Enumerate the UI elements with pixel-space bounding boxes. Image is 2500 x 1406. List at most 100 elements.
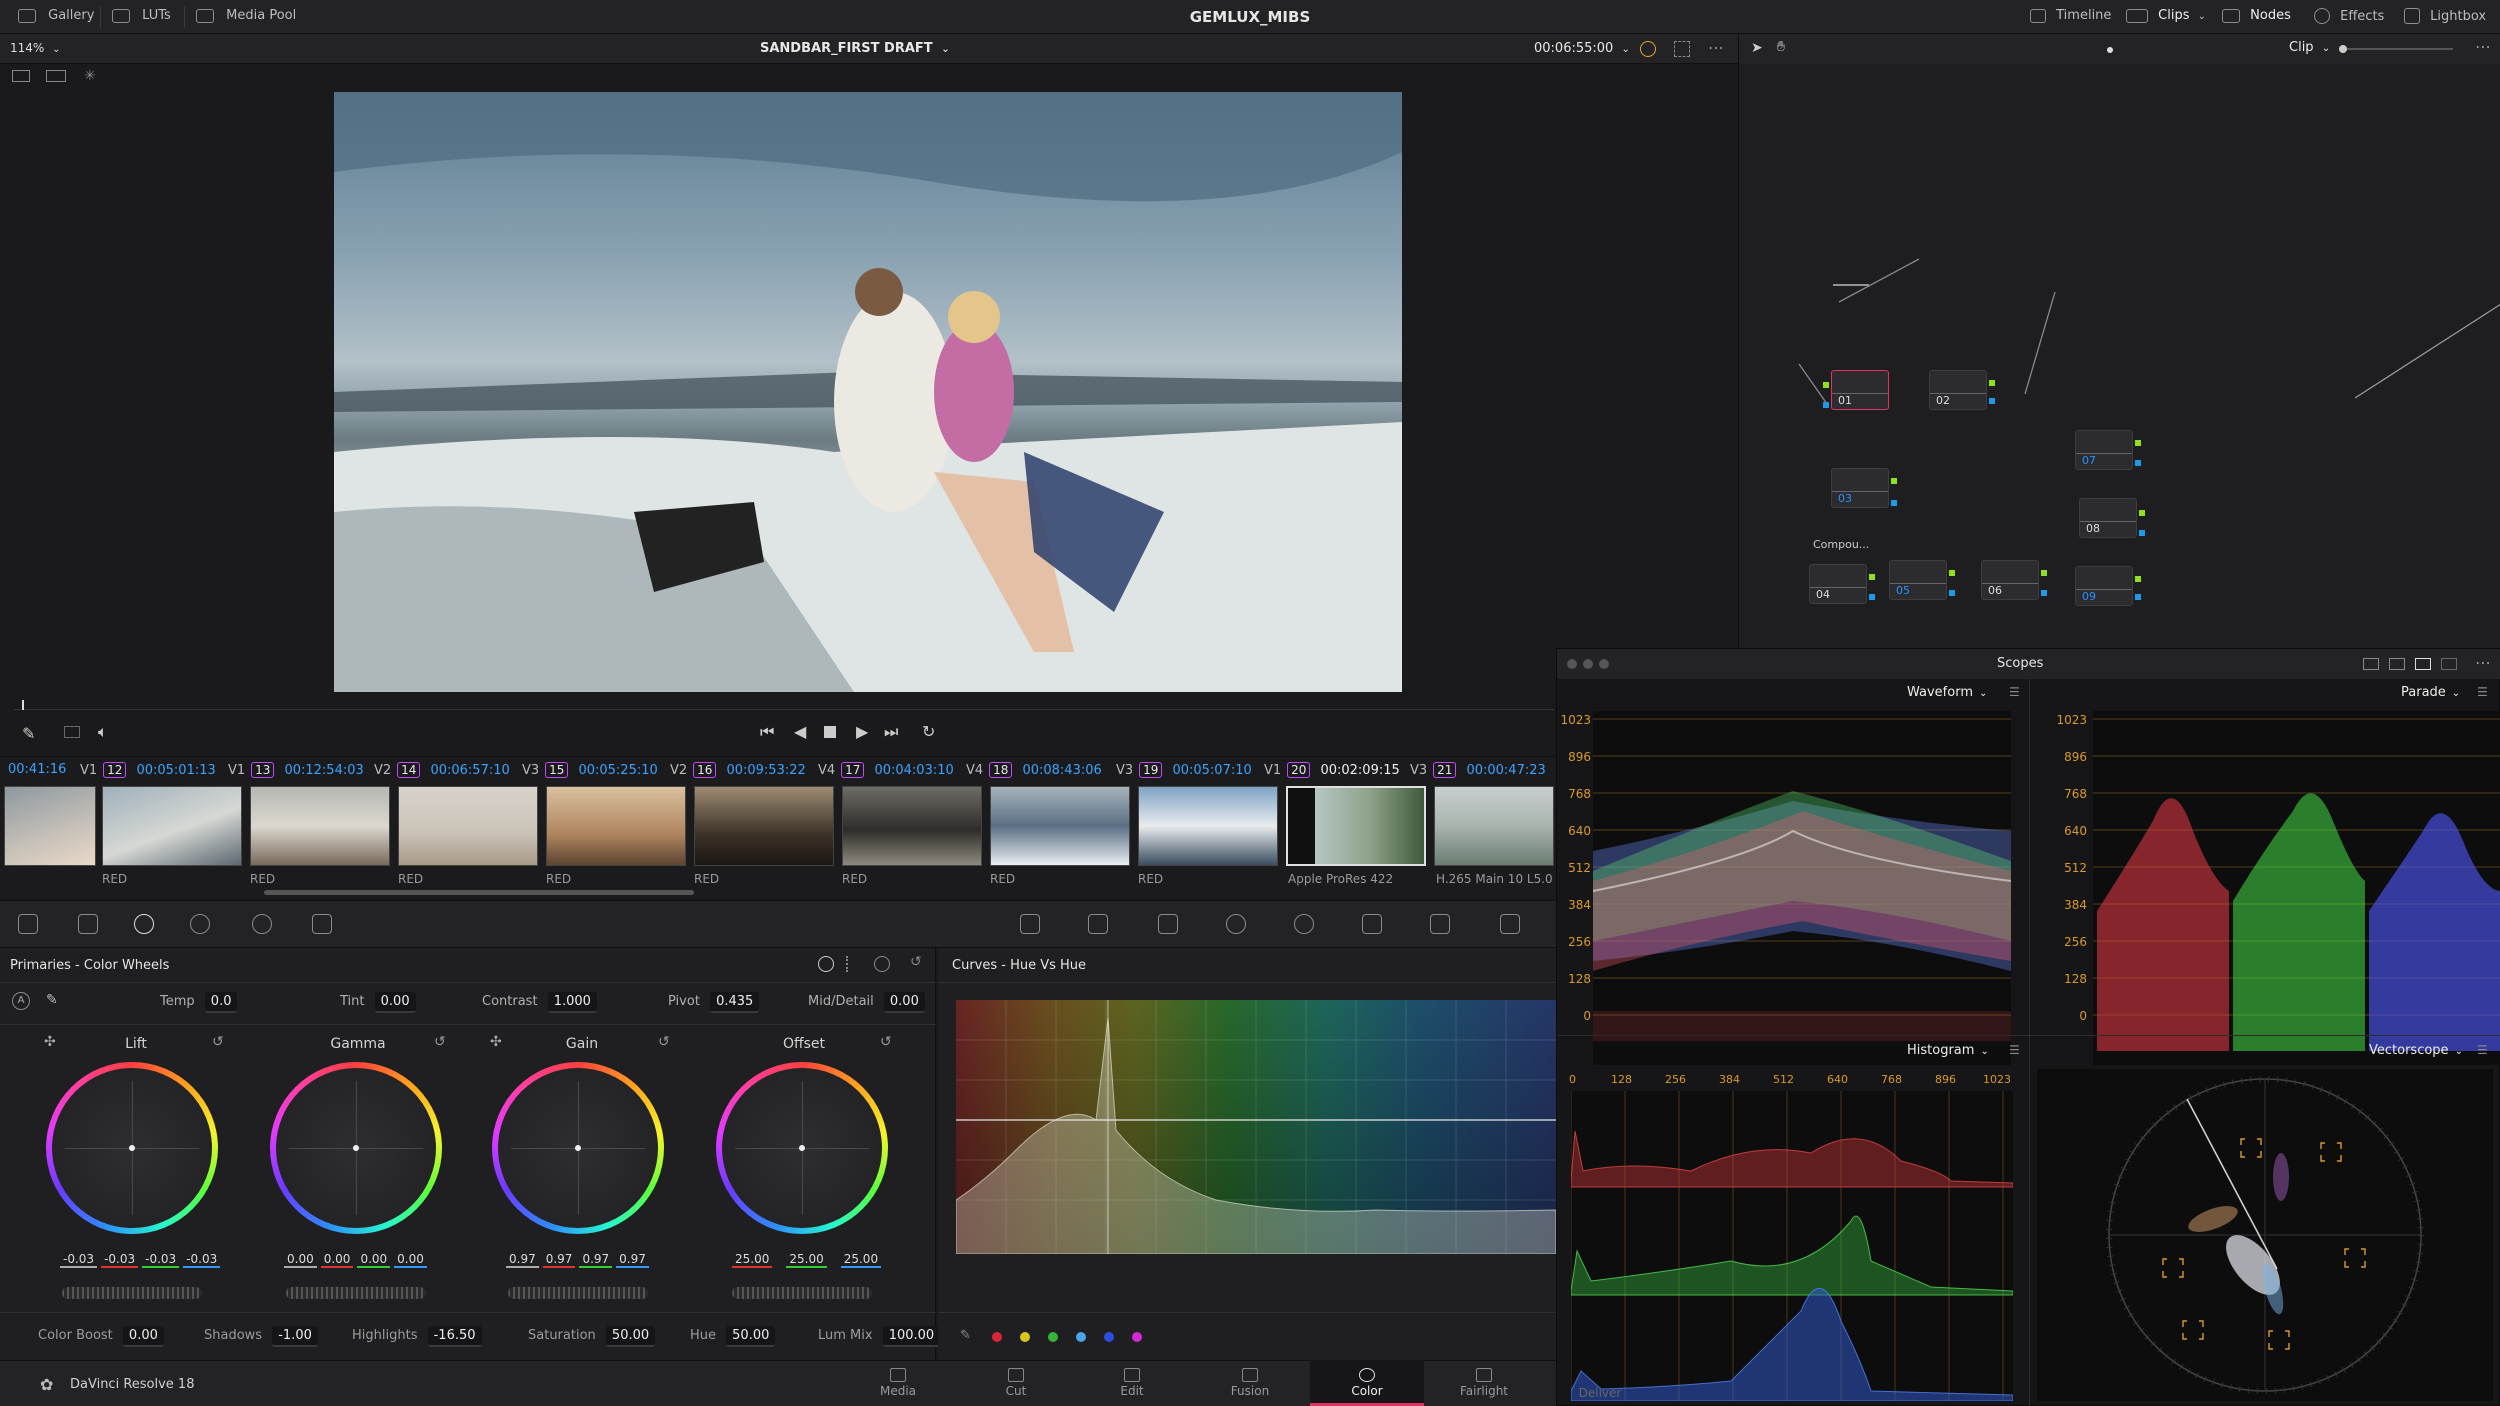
color-match-icon[interactable] xyxy=(78,914,98,934)
bars-mode-icon[interactable] xyxy=(846,956,862,972)
lift-r[interactable]: -0.03 xyxy=(101,1252,139,1268)
hdr-wheels-icon[interactable] xyxy=(190,914,210,934)
hand-icon[interactable]: ✋︎ xyxy=(1777,39,1785,55)
lift-master-wheel[interactable] xyxy=(62,1287,202,1299)
nodes-tab[interactable]: Nodes xyxy=(2222,8,2291,23)
effects-tab[interactable]: Effects xyxy=(2314,8,2384,24)
vectorscope-scope[interactable] xyxy=(2037,1069,2493,1401)
skip-start-icon[interactable]: ⏮︎ xyxy=(760,722,774,742)
gallery-tab[interactable]: Gallery xyxy=(18,8,94,23)
yellow-hue-dot[interactable] xyxy=(1020,1332,1030,1342)
qualifier-icon[interactable] xyxy=(1158,914,1178,934)
rgb-mixer-icon[interactable] xyxy=(252,914,272,934)
node-zoom-slider[interactable] xyxy=(2339,45,2453,53)
clip-thumbnail[interactable] xyxy=(546,786,686,866)
more-options-icon[interactable]: ⋯ xyxy=(2475,653,2491,672)
split-view-icon[interactable] xyxy=(12,70,30,82)
stop-icon[interactable] xyxy=(824,726,836,738)
curve-picker-icon[interactable]: ✎ xyxy=(960,1328,971,1343)
speaker-icon[interactable]: 🔈︎ xyxy=(98,722,108,742)
gain-r[interactable]: 0.97 xyxy=(542,1252,576,1268)
lift-b[interactable]: -0.03 xyxy=(183,1252,221,1268)
gain-wheel[interactable] xyxy=(492,1062,664,1234)
skip-end-icon[interactable]: ⏭︎ xyxy=(884,722,898,742)
page-tab-fairlight[interactable]: Fairlight xyxy=(1444,1368,1524,1398)
page-tab-color[interactable]: Color xyxy=(1327,1368,1407,1398)
zoom-dropdown[interactable]: 114% ⌄ xyxy=(10,41,61,55)
window-minimize-dot[interactable] xyxy=(1583,659,1593,669)
more-options-icon[interactable]: ⋯ xyxy=(1708,38,1724,57)
gamma-r[interactable]: 0.00 xyxy=(320,1252,354,1268)
gamma-master-wheel[interactable] xyxy=(286,1287,426,1299)
lummix-field[interactable]: 100.00 xyxy=(882,1326,941,1347)
lift-reset-icon[interactable]: ↺ xyxy=(212,1034,224,1050)
colorboost-field[interactable]: 0.00 xyxy=(122,1326,164,1347)
node-09[interactable]: 09 xyxy=(2075,566,2133,606)
green-hue-dot[interactable] xyxy=(1048,1332,1058,1342)
clip-thumbnail[interactable] xyxy=(1434,786,1554,866)
histogram-scope[interactable] xyxy=(1571,1091,2013,1401)
histogram-dropdown[interactable]: Histogram ⌄ xyxy=(1907,1043,1989,1058)
clip-thumbnail[interactable] xyxy=(398,786,538,866)
gain-b[interactable]: 0.97 xyxy=(616,1252,649,1268)
wheels-mode-icon[interactable] xyxy=(818,956,834,972)
middetail-field[interactable]: 0.00 xyxy=(883,992,925,1013)
pointer-icon[interactable]: ➤ xyxy=(1751,40,1763,56)
more-options-icon[interactable]: ⋯ xyxy=(2475,37,2491,56)
gamma-wheel[interactable] xyxy=(270,1062,442,1234)
parade-dropdown[interactable]: Parade ⌄ xyxy=(2401,685,2460,700)
histogram-settings-icon[interactable]: ☰ xyxy=(2009,1043,2020,1057)
timeline-name-dropdown[interactable]: SANDBAR_FIRST DRAFT ⌄ xyxy=(760,41,950,56)
temp-field[interactable]: 0.0 xyxy=(204,992,238,1013)
window-icon[interactable] xyxy=(1226,914,1246,934)
page-tab-deliver[interactable]: Deliver xyxy=(1560,1386,1640,1400)
node-02[interactable]: 02 xyxy=(1929,370,1987,410)
lift-g[interactable]: -0.03 xyxy=(142,1252,180,1268)
parade-scope[interactable] xyxy=(2093,711,2500,1065)
waveform-settings-icon[interactable]: ☰ xyxy=(2009,685,2020,699)
auto-balance-icon[interactable]: A xyxy=(12,992,30,1010)
vectorscope-settings-icon[interactable]: ☰ xyxy=(2477,1043,2488,1057)
page-tab-edit[interactable]: Edit xyxy=(1092,1368,1172,1398)
camera-raw-icon[interactable] xyxy=(18,914,38,934)
viewer-frame[interactable] xyxy=(334,92,1402,692)
layout-grid-icon[interactable] xyxy=(2441,658,2457,670)
node-05[interactable]: 05 xyxy=(1889,560,1947,600)
hue-field[interactable]: 50.00 xyxy=(726,1326,776,1347)
magic-mask-icon[interactable] xyxy=(1362,914,1382,934)
media-pool-tab[interactable]: Media Pool xyxy=(196,8,296,23)
loop-playback-icon[interactable]: ↻ xyxy=(922,722,935,741)
pivot-field[interactable]: 0.435 xyxy=(710,992,760,1013)
wipe-icon[interactable] xyxy=(46,70,66,82)
node-03[interactable]: 03 xyxy=(1831,468,1889,508)
layout-quad-icon[interactable] xyxy=(2415,658,2431,670)
window-maximize-dot[interactable] xyxy=(1599,659,1609,669)
clip-thumbnail[interactable] xyxy=(4,786,96,866)
curves-graph[interactable] xyxy=(956,1000,1556,1254)
window-close-dot[interactable] xyxy=(1567,659,1577,669)
node-01[interactable]: 01 xyxy=(1831,370,1889,410)
gamma-g[interactable]: 0.00 xyxy=(357,1252,391,1268)
slider-knob[interactable] xyxy=(2339,45,2347,53)
parade-settings-icon[interactable]: ☰ xyxy=(2477,685,2488,699)
tint-field[interactable]: 0.00 xyxy=(374,992,416,1013)
play-icon[interactable]: ▶︎ xyxy=(856,722,868,741)
crosshair-icon[interactable]: ✣ xyxy=(490,1034,502,1050)
saturation-field[interactable]: 50.00 xyxy=(605,1326,656,1347)
offset-r[interactable]: 25.00 xyxy=(732,1252,773,1268)
log-mode-icon[interactable] xyxy=(874,956,890,972)
step-back-icon[interactable]: ◀︎ xyxy=(794,722,806,741)
highlight-icon[interactable]: ✳ xyxy=(84,68,96,84)
page-tab-media[interactable]: Media xyxy=(858,1368,938,1398)
lift-y[interactable]: -0.03 xyxy=(60,1252,98,1268)
node-07[interactable]: 07 xyxy=(2075,430,2133,470)
clip-thumbnail[interactable] xyxy=(1286,786,1426,866)
curves-icon[interactable] xyxy=(1020,914,1040,934)
layout-single-icon[interactable] xyxy=(2363,658,2379,670)
clip-thumbnail[interactable] xyxy=(1138,786,1278,866)
clip-mode-dropdown[interactable]: Clip ⌄ xyxy=(2289,40,2330,55)
luts-tab[interactable]: LUTs xyxy=(112,8,171,23)
node-04[interactable]: 04 xyxy=(1809,564,1867,604)
viewer-scrubber[interactable] xyxy=(14,700,1554,710)
offset-g[interactable]: 25.00 xyxy=(786,1252,827,1268)
